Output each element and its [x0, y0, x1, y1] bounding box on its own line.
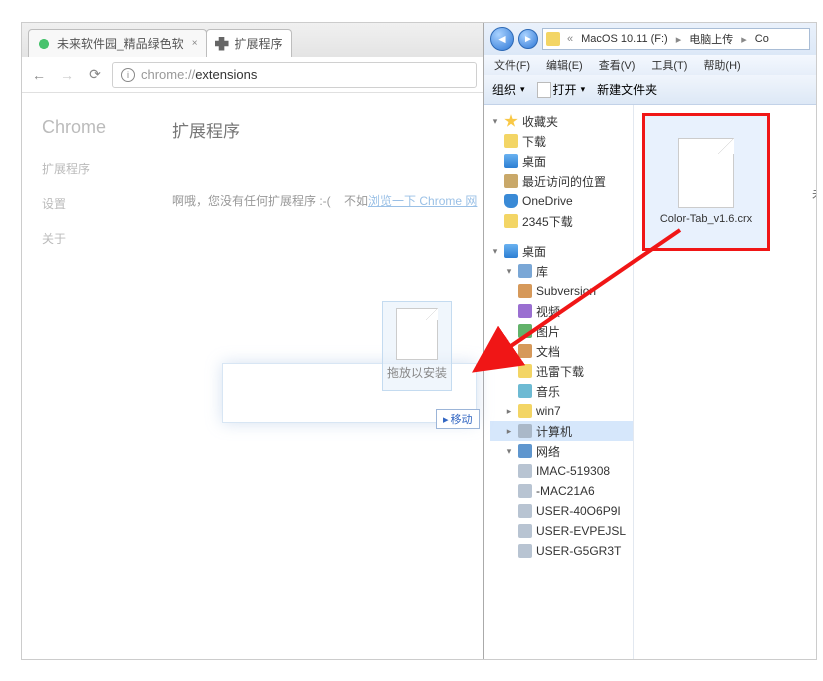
folder-icon	[504, 134, 518, 148]
folder-icon	[518, 364, 532, 378]
file-pane[interactable]: Color-Tab_v1.6.crx 未	[634, 105, 816, 659]
browse-webstore-link[interactable]: 浏览一下 Chrome 网	[368, 194, 477, 208]
tree-desktop-fav[interactable]: 桌面	[490, 151, 633, 171]
tree-subversion[interactable]: Subversion	[490, 281, 633, 301]
video-icon	[518, 304, 532, 318]
tree-network-pc[interactable]: IMAC-519308	[490, 461, 633, 481]
tree-pictures[interactable]: 图片	[490, 321, 633, 341]
pc-icon	[518, 504, 532, 518]
file-name: Color-Tab_v1.6.crx	[660, 212, 752, 226]
tree-recent[interactable]: 最近访问的位置	[490, 171, 633, 191]
cloud-icon	[504, 194, 518, 208]
file-icon	[537, 82, 551, 98]
pc-icon	[518, 524, 532, 538]
recent-icon	[504, 174, 518, 188]
tree-music[interactable]: 音乐	[490, 381, 633, 401]
drag-label: 拖放以安装	[387, 364, 447, 381]
tree-xunlei[interactable]: 迅雷下载	[490, 361, 633, 381]
tree-downloads[interactable]: 下载	[490, 131, 633, 151]
url-prefix: chrome://	[141, 67, 195, 82]
menu-view[interactable]: 查看(V)	[593, 57, 642, 73]
open-button[interactable]: 打开	[537, 81, 586, 98]
tree-network[interactable]: 网络	[490, 441, 633, 461]
menu-edit[interactable]: 编辑(E)	[540, 57, 589, 73]
new-folder-button[interactable]: 新建文件夹	[597, 81, 657, 98]
pc-icon	[518, 464, 532, 478]
file-icon	[396, 308, 438, 360]
truncated-label: 未	[812, 185, 816, 202]
puzzle-icon	[215, 37, 229, 51]
sidebar-item-about[interactable]: 关于	[42, 230, 172, 247]
star-icon	[504, 114, 518, 128]
browser-tab-0[interactable]: 未来软件园_精品绿色软 ×	[28, 29, 207, 57]
address-bar[interactable]: i chrome://extensions	[112, 62, 477, 88]
pc-icon	[518, 544, 532, 558]
sidebar-item-settings[interactable]: 设置	[42, 195, 172, 212]
computer-icon	[518, 424, 532, 438]
folder-icon	[518, 404, 532, 418]
tree-desktop[interactable]: 桌面	[490, 241, 633, 261]
tree-2345[interactable]: 2345下载	[490, 211, 633, 231]
music-icon	[518, 384, 532, 398]
brand-title: Chrome	[42, 117, 172, 138]
breadcrumb[interactable]: « MacOS 10.11 (F:)▸ 电脑上传▸ Co	[542, 28, 810, 50]
dragging-file: 拖放以安装	[382, 301, 452, 391]
browser-toolbar: ← → ⟳ i chrome://extensions	[22, 57, 483, 93]
close-icon[interactable]: ×	[192, 38, 198, 49]
favicon-site-icon	[37, 37, 51, 51]
menu-bar: 文件(F) 编辑(E) 查看(V) 工具(T) 帮助(H)	[484, 55, 816, 75]
tree-videos[interactable]: 视频	[490, 301, 633, 321]
desktop-icon	[504, 244, 518, 258]
info-icon: i	[121, 68, 135, 82]
url-path: extensions	[195, 67, 257, 82]
file-icon	[678, 138, 734, 208]
menu-tools[interactable]: 工具(T)	[645, 57, 693, 73]
tree-documents[interactable]: 文档	[490, 341, 633, 361]
network-icon	[518, 444, 532, 458]
tree-win7[interactable]: win7	[490, 401, 633, 421]
document-icon	[518, 344, 532, 358]
picture-icon	[518, 324, 532, 338]
explorer-forward-button[interactable]: ►	[518, 29, 538, 49]
page-title: 扩展程序	[172, 117, 483, 142]
settings-sidebar: Chrome 扩展程序 设置 关于	[22, 113, 172, 659]
tab-title: 未来软件园_精品绿色软	[57, 35, 184, 52]
back-button[interactable]: ←	[28, 64, 50, 86]
tree-network-pc[interactable]: USER-EVPEJSL	[490, 521, 633, 541]
tree-favorites[interactable]: 收藏夹	[490, 111, 633, 131]
organize-button[interactable]: 组织	[492, 81, 525, 98]
navigation-tree: 收藏夹 下载 桌面 最近访问的位置 OneDrive 2345下载 桌面 库 S…	[484, 105, 634, 659]
forward-button[interactable]: →	[56, 64, 78, 86]
chrome-window: 未来软件园_精品绿色软 × 扩展程序 ← → ⟳ i chrome://exte…	[22, 23, 484, 659]
move-badge: 移动	[436, 409, 480, 429]
folder-icon	[518, 284, 532, 298]
menu-help[interactable]: 帮助(H)	[697, 57, 746, 73]
explorer-back-button[interactable]: ◄	[490, 27, 514, 51]
tree-computer[interactable]: 计算机	[490, 421, 633, 441]
reload-button[interactable]: ⟳	[84, 64, 106, 86]
file-tile-selected[interactable]: Color-Tab_v1.6.crx	[642, 113, 770, 251]
empty-message: 啊哦，您没有任何扩展程序 :-( 不如浏览一下 Chrome 网	[172, 192, 483, 209]
sidebar-item-extensions[interactable]: 扩展程序	[42, 160, 172, 177]
tree-onedrive[interactable]: OneDrive	[490, 191, 633, 211]
desktop-icon	[504, 154, 518, 168]
library-icon	[518, 264, 532, 278]
tab-strip: 未来软件园_精品绿色软 × 扩展程序	[22, 23, 483, 57]
tree-network-pc[interactable]: USER-40O6P9I	[490, 501, 633, 521]
menu-file[interactable]: 文件(F)	[488, 57, 536, 73]
drive-icon	[546, 32, 560, 46]
pc-icon	[518, 484, 532, 498]
command-bar: 组织 打开 新建文件夹	[484, 75, 816, 105]
explorer-nav: ◄ ► « MacOS 10.11 (F:)▸ 电脑上传▸ Co	[484, 23, 816, 55]
tree-network-pc[interactable]: -MAC21A6	[490, 481, 633, 501]
file-explorer-window: ◄ ► « MacOS 10.11 (F:)▸ 电脑上传▸ Co 文件(F) 编…	[484, 23, 816, 659]
folder-icon	[504, 214, 518, 228]
browser-tab-1[interactable]: 扩展程序	[206, 29, 292, 57]
tab-title: 扩展程序	[235, 35, 283, 52]
tree-network-pc[interactable]: USER-G5GR3T	[490, 541, 633, 561]
tree-libraries[interactable]: 库	[490, 261, 633, 281]
